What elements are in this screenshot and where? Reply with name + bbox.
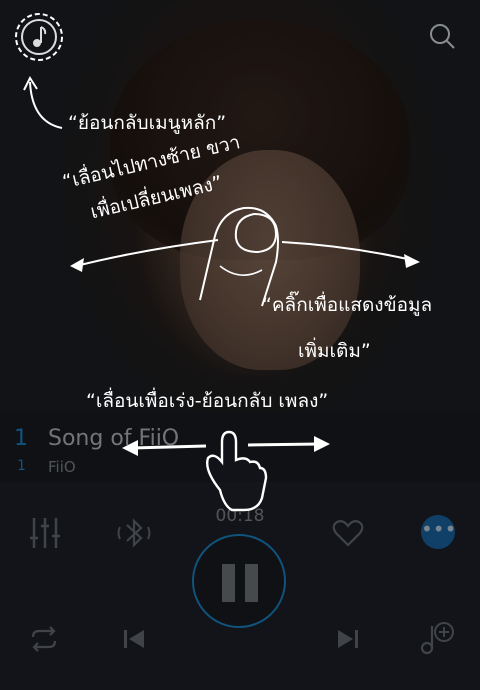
tutorial-gestures bbox=[23, 75, 420, 512]
